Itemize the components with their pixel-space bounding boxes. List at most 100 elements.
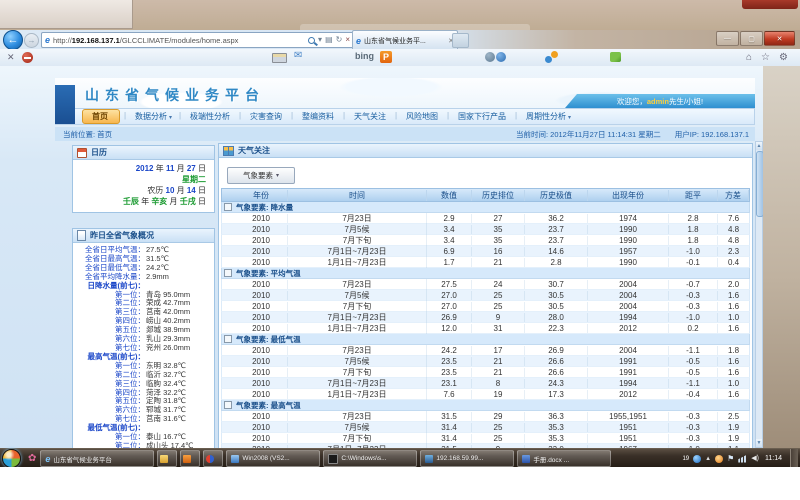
maximize-button[interactable]: ▢ [740, 31, 763, 46]
table-group: 气象要素: 平均气温 20107月23日27.52430.72004-0.7 [221, 268, 750, 334]
welcome-text: 欢迎您， [617, 96, 647, 107]
table-cell: 1990 [588, 258, 669, 267]
table-cell: 27.0 [427, 291, 472, 300]
network-icon[interactable] [738, 455, 747, 463]
search-icon[interactable] [308, 37, 315, 44]
tray-expand-arrow-icon[interactable]: ▲ [705, 456, 711, 462]
group-checkbox[interactable] [224, 401, 232, 409]
nav-item[interactable]: 数据分析▾ [126, 110, 181, 123]
nav-item[interactable]: 国家下行产品 [449, 110, 517, 123]
url-text[interactable]: http://192.168.137.1/GLCCLIMATE/modules/… [53, 36, 305, 45]
nav-item[interactable]: 灾害查询 [241, 110, 293, 123]
start-button[interactable] [2, 449, 21, 468]
card-reader-icon[interactable] [272, 53, 287, 63]
address-bar[interactable]: e http://192.168.137.1/GLCCLIMATE/module… [41, 32, 354, 48]
orange-app-taskbar-button[interactable] [180, 450, 200, 467]
calendar-text: 月 [167, 197, 179, 206]
table-cell: 24 [472, 280, 525, 289]
taskbar-clock[interactable]: 11:14 [765, 455, 782, 462]
browser-tab[interactable]: e 山东省气候业务平... ✕ [352, 30, 458, 50]
speaker-icon[interactable]: ◀) [751, 455, 759, 463]
nav-item-label: 极端性分析 [190, 112, 230, 121]
table-cell: 31 [472, 324, 525, 333]
window-taskbar-button[interactable]: C:\Windows\s... [323, 450, 417, 467]
nav-item[interactable]: 极端性分析 [181, 110, 241, 123]
window-taskbar-label: C:\Windows\s... [341, 455, 386, 462]
nav-item[interactable]: 周期性分析▾ [517, 110, 580, 123]
taskbar-window-buttons: Win2008 (VS2... C:\Windows\s... 192.168.… [226, 450, 614, 467]
messenger-tray-icon[interactable] [693, 455, 701, 463]
bird-tool-icon[interactable] [545, 51, 558, 63]
close-button[interactable]: ✕ [764, 31, 795, 46]
explorer-taskbar-button[interactable] [157, 450, 177, 467]
summary-value[interactable]: 2.9mm [145, 273, 169, 282]
tab-title: 山东省气候业务平... [364, 36, 445, 46]
refresh-icon[interactable]: ↻ [336, 35, 343, 45]
mail-icon[interactable]: ✉ [294, 50, 302, 61]
table-cell: 1994 [588, 379, 669, 388]
nav-item[interactable]: 首页 [82, 109, 120, 124]
compatibility-view-icon[interactable]: ▤ [325, 35, 333, 45]
table-cell: 0.4 [718, 258, 749, 267]
table-cell: 26.6 [525, 357, 588, 366]
autocomplete-dropdown-icon[interactable]: ▾ [318, 35, 322, 45]
minimize-button[interactable]: — [716, 31, 739, 46]
nav-item[interactable]: 风险地图 [397, 110, 449, 123]
table-cell: 25 [472, 291, 525, 300]
circle-app-icon [206, 455, 214, 463]
nav-item-label: 天气关注 [354, 112, 386, 121]
window-caption-buttons: — ▢ ✕ [716, 31, 795, 46]
table-cell: 2010 [235, 423, 288, 432]
ie-page-icon: e [45, 36, 50, 45]
summary-value[interactable]: 兖州 26.0mm [145, 344, 190, 353]
home-icon[interactable]: ⌂ [746, 51, 752, 64]
summary-body: 全省日平均气温： 27.5℃ 全省日最高气温： 31.5℃ 全省日最低气温： [73, 243, 214, 448]
welcome-text: admin [647, 97, 669, 106]
stop-icon[interactable]: × [345, 35, 350, 45]
forward-button[interactable]: → [24, 33, 39, 48]
table-cell: 22.3 [525, 324, 588, 333]
element-filter-button[interactable]: 气象要素 ▾ [227, 167, 295, 184]
table-cell: 1957 [588, 247, 669, 256]
group-title: 气象要素: 降水量 [236, 202, 293, 213]
settings-gear-icon[interactable]: ⚙ [779, 51, 788, 64]
action-center-flag-icon[interactable]: ⚑ [727, 455, 734, 463]
group-checkbox[interactable] [224, 335, 232, 343]
addon-bar-close-icon[interactable]: ✕ [7, 51, 15, 64]
blocked-addon-icon[interactable] [22, 52, 33, 63]
favorites-star-icon[interactable]: ☆ [761, 51, 770, 64]
browser-window: ← → e http://192.168.137.1/GLCCLIMATE/mo… [0, 30, 800, 448]
window-taskbar-label: Win2008 (VS2... [242, 455, 289, 462]
toolbar-p-badge-icon[interactable]: P [380, 51, 392, 63]
table-cell: 31.5 [427, 412, 472, 421]
summary-value[interactable]: 莒南 31.6℃ [145, 415, 186, 424]
table-cell: 27.5 [427, 280, 472, 289]
group-checkbox[interactable] [224, 203, 232, 211]
browser-app-taskbar-button[interactable] [203, 450, 223, 467]
nav-item-label: 周期性分析 [526, 112, 566, 121]
show-desktop-button[interactable] [790, 449, 798, 468]
window-taskbar-button[interactable]: Win2008 (VS2... [226, 450, 320, 467]
vertical-scrollbar[interactable]: ▲ ▼ [755, 141, 763, 448]
window-taskbar-button[interactable]: 手册.docx ... [517, 450, 611, 467]
pinned-app-icon[interactable]: ✿ [28, 453, 36, 464]
group-checkbox[interactable] [224, 269, 232, 277]
new-tab-button[interactable] [452, 33, 469, 48]
addon-puzzle-icon[interactable] [610, 52, 621, 62]
table-cell: 23.7 [525, 236, 588, 245]
window-taskbar-button[interactable]: 192.168.59.99... [420, 450, 514, 467]
table-cell: 2010 [235, 313, 288, 322]
scroll-down-arrow[interactable]: ▼ [756, 439, 762, 447]
scroll-up-arrow[interactable]: ▲ [756, 142, 762, 150]
desktop-right-strip [763, 66, 800, 448]
ie-taskbar-button[interactable]: e 山东省气候业务平台 [40, 450, 154, 467]
nav-item[interactable]: 整编资料 [293, 110, 345, 123]
bing-logo[interactable]: bing [355, 51, 374, 61]
table-cell: 9 [472, 313, 525, 322]
camera-tool-icon[interactable] [485, 52, 507, 62]
back-button[interactable]: ← [3, 30, 23, 50]
nav-item[interactable]: 天气关注 [345, 110, 397, 123]
security-tray-icon[interactable] [715, 455, 723, 463]
weather-attention-panel: 天气关注 气象要素 ▾ 年份时间数值历史排位历史极值出现年份距平方差 [218, 143, 753, 448]
table-cell: 14.6 [525, 247, 588, 256]
